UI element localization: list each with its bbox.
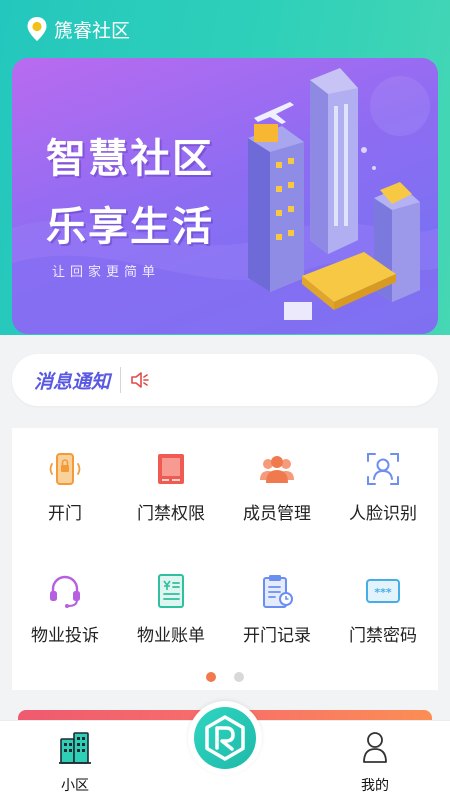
- svg-text:***: ***: [374, 586, 392, 599]
- feature-face-recognition[interactable]: 人脸识别: [330, 450, 436, 524]
- record-clipboard-icon: [263, 575, 293, 608]
- members-icon: [260, 456, 294, 483]
- face-id-icon: [367, 453, 399, 485]
- center-home-button[interactable]: [188, 701, 262, 775]
- feature-label: 成员管理: [243, 504, 311, 524]
- feature-door-records[interactable]: 开门记录: [224, 572, 330, 646]
- password-icon: ***: [366, 579, 400, 603]
- notice-label: 消息通知: [34, 370, 111, 393]
- feature-property-bill[interactable]: 物业账单: [118, 572, 224, 646]
- tab-community[interactable]: 小区: [30, 721, 120, 800]
- tab-mine[interactable]: 我的: [330, 721, 420, 800]
- header-bar: 篪睿社区: [0, 0, 450, 58]
- community-name[interactable]: 篪睿社区: [54, 16, 130, 43]
- feature-label: 人脸识别: [349, 504, 417, 524]
- isometric-city-illustration: [248, 68, 420, 320]
- feature-open-door[interactable]: 开门: [12, 450, 118, 524]
- user-icon: [363, 732, 387, 763]
- location-pin-icon[interactable]: [26, 16, 48, 42]
- feature-label: 物业投诉: [31, 626, 99, 646]
- feature-label: 开门记录: [243, 626, 311, 646]
- page-indicator: [12, 672, 438, 682]
- feature-label: 物业账单: [137, 626, 205, 646]
- feature-label: 门禁权限: [137, 504, 205, 524]
- feature-grid: 开门 门禁权限 成员管理 人脸识别 物业投诉 物业账单 开门记录 *** 门禁密…: [12, 428, 438, 690]
- community-buildings-icon: [59, 732, 91, 764]
- access-card-icon: [158, 454, 184, 484]
- promo-banner[interactable]: 智慧社区 乐享生活 让回家更简单: [12, 58, 438, 334]
- brand-logo-icon: [205, 715, 245, 761]
- banner-tagline: 让回家更简单: [52, 265, 161, 280]
- feature-label: 开门: [48, 504, 82, 524]
- banner-headline-1: 智慧社区: [46, 136, 214, 182]
- phone-unlock-icon: [49, 453, 81, 485]
- feature-access-permission[interactable]: 门禁权限: [118, 450, 224, 524]
- center-button-face: [194, 707, 256, 769]
- page-dot-active[interactable]: [206, 672, 216, 682]
- notice-bar[interactable]: 消息通知: [12, 354, 438, 406]
- feature-label: 门禁密码: [349, 626, 417, 646]
- notice-divider: [120, 367, 122, 393]
- airplane-icon: [254, 102, 294, 124]
- bill-icon: [158, 574, 184, 608]
- page-dot[interactable]: [234, 672, 244, 682]
- banner-headline-2: 乐享生活: [46, 204, 214, 250]
- tab-label: 小区: [61, 778, 89, 794]
- headset-icon: [50, 575, 80, 608]
- feature-property-complaint[interactable]: 物业投诉: [12, 572, 118, 646]
- feature-member-management[interactable]: 成员管理: [224, 450, 330, 524]
- feature-access-password[interactable]: *** 门禁密码: [330, 572, 436, 646]
- tab-label: 我的: [361, 778, 389, 794]
- speaker-icon: [131, 372, 149, 388]
